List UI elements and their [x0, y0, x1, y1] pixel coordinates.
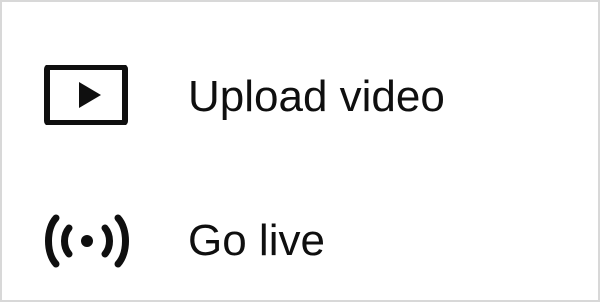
menu-item-go-live[interactable]: Go live: [2, 186, 598, 296]
upload-video-icon: [44, 65, 128, 125]
menu-item-label: Go live: [188, 216, 325, 265]
go-live-icon: [45, 214, 129, 268]
menu-item-label: Upload video: [188, 72, 445, 121]
menu-item-upload-video[interactable]: Upload video: [2, 40, 598, 150]
create-menu: Upload video Go live: [0, 0, 600, 302]
